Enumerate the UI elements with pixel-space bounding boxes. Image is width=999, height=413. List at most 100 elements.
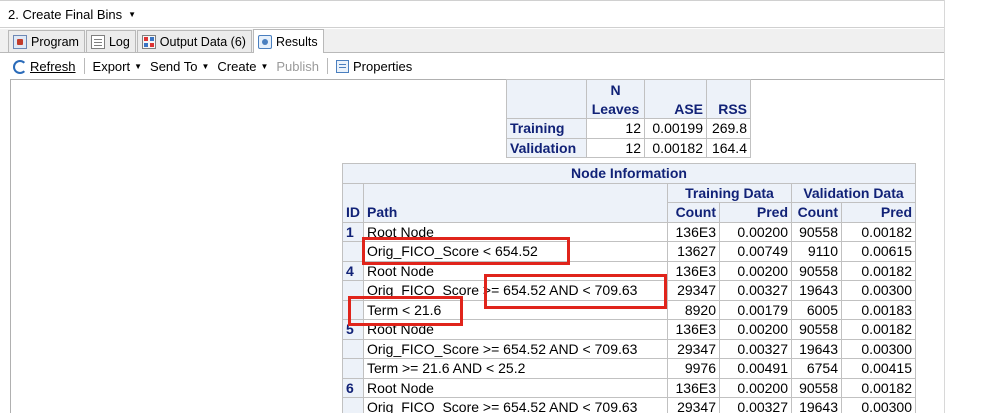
toolbar-divider [327, 58, 329, 74]
create-menu-button[interactable]: Create ▼ [213, 59, 272, 74]
cell-training-count: 29347 [667, 397, 720, 413]
cell-training-count: 136E3 [667, 260, 720, 281]
cell-validation-pred: 0.00615 [841, 241, 916, 262]
header-blank [342, 182, 364, 203]
cell-training-pred: 0.00327 [719, 338, 792, 359]
table-row: 1 Root Node 136E3 0.00200 90558 0.00182 [342, 221, 916, 242]
table-title: Node Information [342, 163, 916, 184]
header-rss: RSS [706, 99, 751, 119]
results-icon [257, 34, 272, 49]
table-header-row: Leaves ASE RSS [506, 99, 751, 119]
cell-validation-pred: 0.00182 [841, 221, 916, 242]
cell-validation-pred: 0.00415 [841, 358, 916, 379]
cell-validation-count: 6005 [791, 299, 842, 320]
cell-validation-count: 19643 [791, 397, 842, 413]
cell-rss: 269.8 [706, 118, 751, 139]
sas-results-window: 2. Create Final Bins ▼ Program Log Outpu… [0, 0, 999, 413]
program-icon [13, 34, 27, 49]
cell-validation-count: 19643 [791, 280, 842, 301]
header-blank [644, 79, 707, 99]
cell-validation-count: 90558 [791, 377, 842, 398]
output-data-icon [141, 34, 156, 49]
header-ase: ASE [644, 99, 707, 119]
header-blank [506, 79, 587, 99]
tab-output-data[interactable]: Output Data (6) [136, 30, 252, 52]
header-blank [706, 79, 751, 99]
header-leaves: Leaves [586, 99, 645, 119]
send-to-label: Send To [150, 58, 198, 74]
row-label: Training [506, 118, 587, 139]
cell-id [342, 299, 364, 320]
tab-label: Results [275, 34, 318, 49]
chevron-down-icon: ▼ [201, 61, 210, 71]
cell-validation-pred: 0.00300 [841, 397, 916, 413]
results-toolbar: Refresh Export ▼ Send To ▼ Create ▼ Publ… [0, 54, 944, 78]
refresh-label: Refresh [30, 58, 76, 74]
window-title: 2. Create Final Bins [8, 6, 123, 22]
cell-validation-count: 9110 [791, 241, 842, 262]
tab-label: Log [108, 34, 130, 49]
header-validation-count: Count [791, 202, 842, 223]
cell-validation-count: 90558 [791, 221, 842, 242]
cell-path: Term < 21.6 [363, 299, 668, 320]
tab-label: Output Data (6) [159, 34, 246, 49]
cell-path: Root Node [363, 221, 668, 242]
process-flow-title-bar[interactable]: 2. Create Final Bins ▼ [0, 0, 944, 28]
cell-validation-count: 90558 [791, 260, 842, 281]
cell-id [342, 358, 364, 379]
create-label: Create [217, 58, 257, 74]
cell-path: Term >= 21.6 AND < 25.2 [363, 358, 668, 379]
row-label: Validation [506, 137, 587, 158]
table-row: 6 Root Node 136E3 0.00200 90558 0.00182 [342, 377, 916, 398]
cell-validation-count: 90558 [791, 319, 842, 340]
cell-training-count: 136E3 [667, 221, 720, 242]
header-training-data: Training Data [667, 182, 792, 203]
result-tabs: Program Log Output Data (6) Results [0, 29, 944, 53]
cell-ase: 0.00182 [644, 137, 707, 158]
cell-validation-pred: 0.00182 [841, 260, 916, 281]
tab-log[interactable]: Log [85, 30, 136, 52]
properties-button[interactable]: Properties [332, 59, 416, 74]
table-header-row: ID Path Count Pred Count Pred [342, 202, 916, 223]
cell-training-count: 13627 [667, 241, 720, 262]
cell-ase: 0.00199 [644, 118, 707, 139]
table-row: Training 12 0.00199 269.8 [506, 118, 751, 139]
tab-results[interactable]: Results [252, 29, 324, 53]
cell-path: Root Node [363, 377, 668, 398]
table-row: Orig_FICO_Score >= 654.52 AND < 709.63 2… [342, 280, 916, 301]
cell-training-count: 29347 [667, 280, 720, 301]
cell-path: Orig_FICO_Score >= 654.52 AND < 709.63 [363, 280, 668, 301]
table-header-row: Training Data Validation Data [342, 182, 916, 203]
cell-path: Root Node [363, 319, 668, 340]
cell-validation-pred: 0.00183 [841, 299, 916, 320]
header-id: ID [342, 202, 364, 223]
fit-statistics-table: N Leaves ASE RSS Training 12 0.00199 269… [506, 79, 751, 158]
cell-training-pred: 0.00749 [719, 241, 792, 262]
cell-path: Orig_FICO_Score < 654.52 [363, 241, 668, 262]
header-validation-pred: Pred [841, 202, 916, 223]
export-menu-button[interactable]: Export ▼ [89, 59, 147, 74]
properties-icon [336, 59, 350, 73]
node-information-table: Node Information Training Data Validatio… [342, 163, 916, 413]
cell-training-pred: 0.00200 [719, 319, 792, 340]
cell-id [342, 338, 364, 359]
header-path: Path [363, 202, 668, 223]
tab-program[interactable]: Program [8, 30, 85, 52]
publish-button[interactable]: Publish [272, 59, 323, 74]
chevron-down-icon[interactable]: ▼ [128, 10, 136, 19]
cell-training-count: 136E3 [667, 319, 720, 340]
cell-validation-pred: 0.00182 [841, 377, 916, 398]
cell-id [342, 397, 364, 413]
cell-path: Orig_FICO_Score >= 654.52 AND < 709.63 [363, 397, 668, 413]
cell-id: 5 [342, 319, 364, 340]
header-blank [363, 182, 668, 203]
table-header-row: N [506, 79, 751, 99]
cell-path: Root Node [363, 260, 668, 281]
cell-validation-pred: 0.00300 [841, 338, 916, 359]
send-to-menu-button[interactable]: Send To ▼ [146, 59, 213, 74]
header-blank [506, 99, 587, 119]
cell-validation-pred: 0.00300 [841, 280, 916, 301]
cell-validation-pred: 0.00182 [841, 319, 916, 340]
refresh-button[interactable]: Refresh [8, 59, 80, 74]
cell-training-pred: 0.00491 [719, 358, 792, 379]
